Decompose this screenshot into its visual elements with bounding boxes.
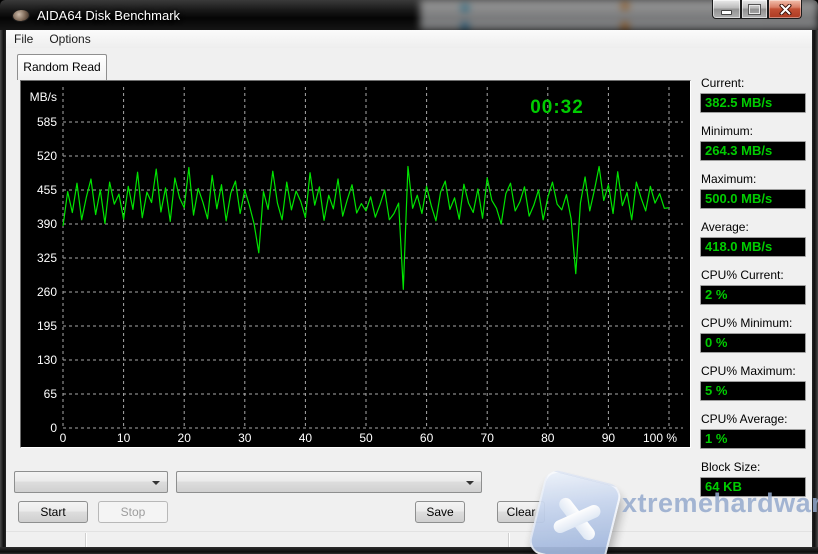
stat-value: 1 % bbox=[700, 429, 806, 449]
svg-text:0: 0 bbox=[50, 421, 57, 435]
save-button[interactable]: Save bbox=[415, 501, 465, 523]
stat-label: Current: bbox=[701, 76, 806, 90]
svg-text:MB/s: MB/s bbox=[30, 90, 57, 104]
stat-row: Current: 382.5 MB/s bbox=[700, 76, 806, 113]
benchmark-type-select[interactable]: Random Read bbox=[14, 471, 168, 493]
stop-button[interactable]: Stop bbox=[98, 501, 168, 523]
svg-text:40: 40 bbox=[299, 431, 313, 445]
stat-label: Minimum: bbox=[701, 124, 806, 138]
stat-row: Minimum: 264.3 MB/s bbox=[700, 124, 806, 161]
chevron-down-icon bbox=[466, 481, 474, 485]
titlebar: AIDA64 Disk Benchmark bbox=[0, 0, 818, 30]
stat-row: Average: 418.0 MB/s bbox=[700, 220, 806, 257]
app-disk-icon bbox=[11, 8, 30, 23]
close-icon bbox=[779, 4, 792, 15]
stat-label: CPU% Maximum: bbox=[701, 364, 806, 378]
stat-label: CPU% Average: bbox=[701, 412, 806, 426]
svg-text:130: 130 bbox=[37, 353, 57, 367]
stat-value: 500.0 MB/s bbox=[700, 189, 806, 209]
svg-text:80: 80 bbox=[541, 431, 555, 445]
svg-text:0: 0 bbox=[60, 431, 67, 445]
stat-row: CPU% Average: 1 % bbox=[700, 412, 806, 449]
start-button[interactable]: Start bbox=[18, 501, 88, 523]
svg-text:50: 50 bbox=[359, 431, 373, 445]
benchmark-chart: 0 65 130 195 260 325 390 455 520 585 0 10 20 30 40 50 60… bbox=[21, 81, 690, 447]
window-title: AIDA64 Disk Benchmark bbox=[37, 8, 180, 23]
stat-row: Block Size: 64 KB bbox=[700, 460, 806, 497]
stat-row: CPU% Maximum: 5 % bbox=[700, 364, 806, 401]
svg-text:90: 90 bbox=[602, 431, 616, 445]
minimize-icon bbox=[721, 10, 732, 15]
svg-text:260: 260 bbox=[37, 285, 57, 299]
close-button[interactable] bbox=[768, 0, 802, 19]
status-bar-divider bbox=[85, 533, 87, 547]
stats-panel: Current: 382.5 MB/s Minimum: 264.3 MB/s Maxi… bbox=[700, 76, 806, 508]
menu-bar: File Options bbox=[6, 30, 812, 48]
stat-label: Block Size: bbox=[701, 460, 806, 474]
svg-text:70: 70 bbox=[481, 431, 495, 445]
svg-text:30: 30 bbox=[238, 431, 252, 445]
svg-text:20: 20 bbox=[178, 431, 192, 445]
svg-text:65: 65 bbox=[44, 387, 58, 401]
status-bar-divider bbox=[508, 533, 510, 547]
svg-text:100 %: 100 % bbox=[643, 431, 677, 445]
svg-text:325: 325 bbox=[37, 251, 57, 265]
stat-value: 418.0 MB/s bbox=[700, 237, 806, 257]
tab-random-read[interactable]: Random Read bbox=[17, 54, 107, 80]
stat-value: 64 KB bbox=[700, 477, 806, 497]
stat-value: 2 % bbox=[700, 285, 806, 305]
stat-row: Maximum: 500.0 MB/s bbox=[700, 172, 806, 209]
maximize-button[interactable] bbox=[741, 0, 768, 19]
stat-value: 5 % bbox=[700, 381, 806, 401]
svg-text:520: 520 bbox=[37, 149, 57, 163]
svg-text:00:32: 00:32 bbox=[530, 97, 584, 118]
svg-text:10: 10 bbox=[117, 431, 131, 445]
stat-label: Average: bbox=[701, 220, 806, 234]
stat-label: CPU% Minimum: bbox=[701, 316, 806, 330]
minimize-button[interactable] bbox=[712, 0, 741, 19]
stat-value: 264.3 MB/s bbox=[700, 141, 806, 161]
stat-row: CPU% Minimum: 0 % bbox=[700, 316, 806, 353]
menu-file[interactable]: File bbox=[6, 30, 41, 48]
benchmark-chart-panel: 0 65 130 195 260 325 390 455 520 585 0 10 20 30 40 50 60… bbox=[20, 80, 691, 448]
maximize-icon bbox=[749, 5, 760, 14]
clear-button[interactable]: Clear bbox=[497, 501, 545, 523]
stat-value: 0 % bbox=[700, 333, 806, 353]
window-frame-right bbox=[812, 30, 818, 554]
chevron-down-icon bbox=[152, 481, 160, 485]
svg-text:585: 585 bbox=[37, 115, 57, 129]
menu-options[interactable]: Options bbox=[41, 30, 98, 48]
caption-buttons bbox=[712, 0, 802, 19]
disk-drive-select[interactable]: Disk Drive #0 [ATA SPCC SSD101] (111.8 G… bbox=[176, 471, 482, 493]
svg-text:455: 455 bbox=[37, 183, 57, 197]
stat-row: CPU% Current: 2 % bbox=[700, 268, 806, 305]
svg-text:195: 195 bbox=[37, 319, 57, 333]
content-area: Random Read 0651301952603253904555205850… bbox=[6, 48, 812, 547]
svg-text:60: 60 bbox=[420, 431, 434, 445]
aida64-window: AIDA64 Disk Benchmark File Options Rando… bbox=[0, 0, 818, 554]
stat-label: Maximum: bbox=[701, 172, 806, 186]
svg-text:390: 390 bbox=[37, 217, 57, 231]
status-bar bbox=[6, 531, 812, 548]
stat-value: 382.5 MB/s bbox=[700, 93, 806, 113]
stat-label: CPU% Current: bbox=[701, 268, 806, 282]
window-frame-bottom bbox=[0, 547, 818, 554]
